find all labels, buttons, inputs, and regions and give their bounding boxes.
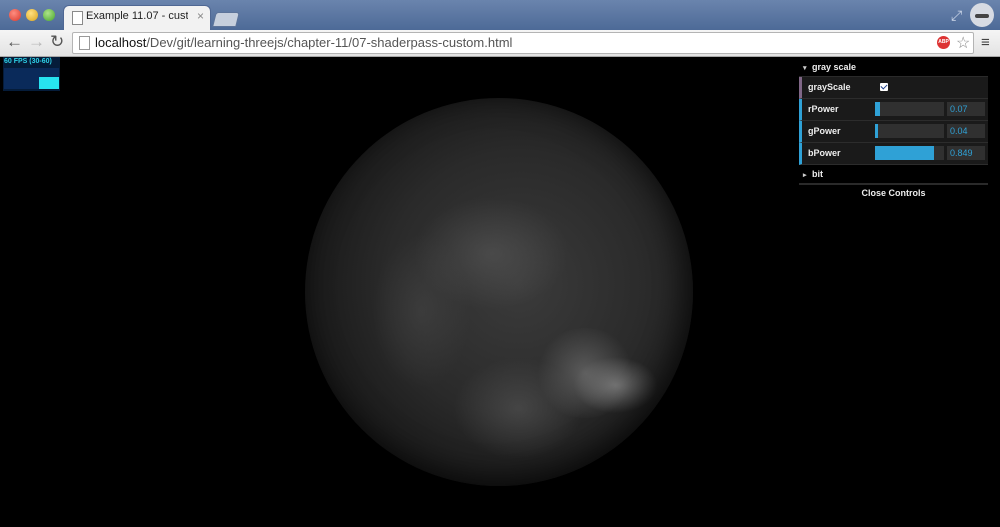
back-arrow-icon[interactable]: ← — [6, 33, 23, 51]
new-tab-button[interactable] — [212, 12, 240, 27]
webgl-viewport[interactable]: 60 FPS (30-60) ▾ gray scale grayScale rPo… — [0, 57, 1000, 527]
url-host: localhost — [95, 35, 147, 50]
fps-stats-panel[interactable]: 60 FPS (30-60) — [3, 57, 60, 91]
gpower-slider-fill — [875, 124, 878, 138]
page-icon — [72, 11, 83, 25]
fullscreen-icon[interactable]: ⤢ — [951, 7, 962, 24]
rpower-slider-fill — [875, 102, 880, 116]
control-label: bPower — [808, 148, 841, 158]
close-tab-icon[interactable]: × — [197, 9, 204, 23]
folder-gray-scale[interactable]: ▾ gray scale — [799, 58, 988, 77]
fps-graph-bar — [39, 77, 59, 89]
folder-bit[interactable]: ▸ bit — [799, 165, 988, 184]
minimize-window-button[interactable] — [26, 9, 38, 21]
close-window-button[interactable] — [9, 9, 21, 21]
rpower-slider[interactable] — [875, 102, 944, 116]
url-path: /Dev/git/learning-threejs/chapter-11/07-… — [146, 35, 513, 50]
bpower-slider[interactable] — [875, 146, 944, 160]
folder-gray-scale-title: gray scale — [812, 62, 857, 72]
checkbox-icon[interactable] — [880, 83, 888, 91]
menu-icon[interactable]: ≡ — [981, 34, 990, 51]
incognito-icon — [970, 3, 994, 27]
fps-label: 60 FPS (30-60) — [4, 58, 52, 65]
rpower-input[interactable]: 0.07 — [947, 102, 985, 116]
star-icon[interactable]: ☆ — [956, 33, 970, 53]
control-label: gPower — [808, 126, 841, 136]
control-grayscale: grayScale — [799, 77, 988, 99]
browser-tab[interactable]: Example 11.07 - custom s × — [64, 6, 210, 30]
control-gpower: gPower 0.04 — [799, 121, 988, 143]
bpower-slider-fill — [875, 146, 934, 160]
control-label: grayScale — [808, 82, 851, 92]
control-label: rPower — [808, 104, 839, 114]
adblock-icon[interactable]: ABP — [937, 36, 950, 49]
zoom-window-button[interactable] — [43, 9, 55, 21]
url-text[interactable]: localhost/Dev/git/learning-threejs/chapt… — [95, 35, 512, 50]
bpower-input[interactable]: 0.849 — [947, 146, 985, 160]
gpower-slider[interactable] — [875, 124, 944, 138]
tab-title: Example 11.07 - custom s — [86, 10, 188, 22]
folder-arrow-icon: ▸ — [803, 172, 807, 179]
page-icon — [79, 36, 90, 50]
close-controls-button[interactable]: Close Controls — [799, 184, 988, 201]
folder-arrow-icon: ▾ — [803, 65, 807, 72]
dat-gui-panel: ▾ gray scale grayScale rPower 0.07 gPower… — [799, 58, 988, 201]
fps-graph — [4, 68, 59, 89]
forward-arrow-icon[interactable]: → — [28, 33, 45, 51]
reload-icon[interactable]: ↻ — [50, 33, 64, 51]
control-bpower: bPower 0.849 — [799, 143, 988, 165]
gpower-input[interactable]: 0.04 — [947, 124, 985, 138]
folder-bit-title: bit — [812, 169, 823, 179]
earth-globe — [305, 98, 693, 486]
browser-toolbar: ← → ↻ localhost/Dev/git/learning-threejs… — [0, 30, 1000, 57]
address-bar[interactable]: localhost/Dev/git/learning-threejs/chapt… — [72, 32, 974, 54]
window-titlebar: Example 11.07 - custom s × ⤢ — [0, 0, 1000, 30]
control-rpower: rPower 0.07 — [799, 99, 988, 121]
